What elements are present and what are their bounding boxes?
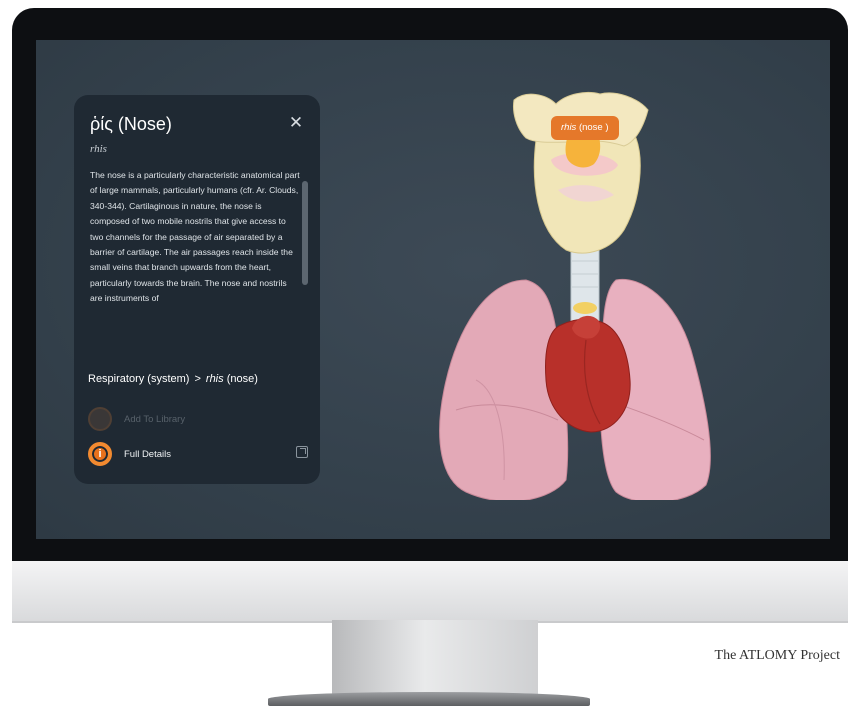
description-text: The nose is a particularly characteristi… [90, 170, 300, 304]
breadcrumb-parent[interactable]: Respiratory (system) [88, 373, 189, 385]
breadcrumb-current-term: rhis [205, 373, 224, 385]
add-to-library-label: Add To Library [124, 413, 186, 425]
breadcrumb: Respiratory (system) > rhis (nose) [88, 373, 258, 385]
monitor-stand-neck [332, 620, 538, 700]
breadcrumb-current-suffix: (nose) [223, 373, 258, 385]
breadcrumb-separator: > [194, 373, 201, 385]
project-caption: The ATLOMY Project [714, 648, 840, 663]
description-scrollbar[interactable] [302, 169, 308, 359]
panel-title: ῥίς (Nose) [90, 114, 172, 134]
info-icon: i [88, 442, 112, 466]
app-screen: rhis (nose ) ῥίς (Nose) ✕ rhis The nose … [36, 40, 830, 539]
full-details-button[interactable]: i Full Details [88, 440, 308, 468]
monitor-chin [12, 561, 848, 623]
external-link-icon[interactable] [296, 446, 308, 458]
respiratory-3d-model[interactable] [386, 80, 746, 500]
info-panel: ῥίς (Nose) ✕ rhis The nose is a particul… [74, 95, 320, 484]
close-icon[interactable]: ✕ [286, 113, 306, 133]
add-to-library-button[interactable]: Add To Library [88, 405, 308, 433]
tag-term: rhis [561, 122, 577, 133]
full-details-label: Full Details [124, 448, 171, 460]
scrollbar-thumb[interactable] [302, 181, 308, 285]
model-label-tag[interactable]: rhis (nose ) [551, 116, 619, 140]
library-icon [88, 407, 112, 431]
monitor-stand-foot [268, 692, 590, 706]
tag-suffix: (nose ) [576, 122, 609, 133]
panel-subtitle: rhis [90, 143, 107, 155]
